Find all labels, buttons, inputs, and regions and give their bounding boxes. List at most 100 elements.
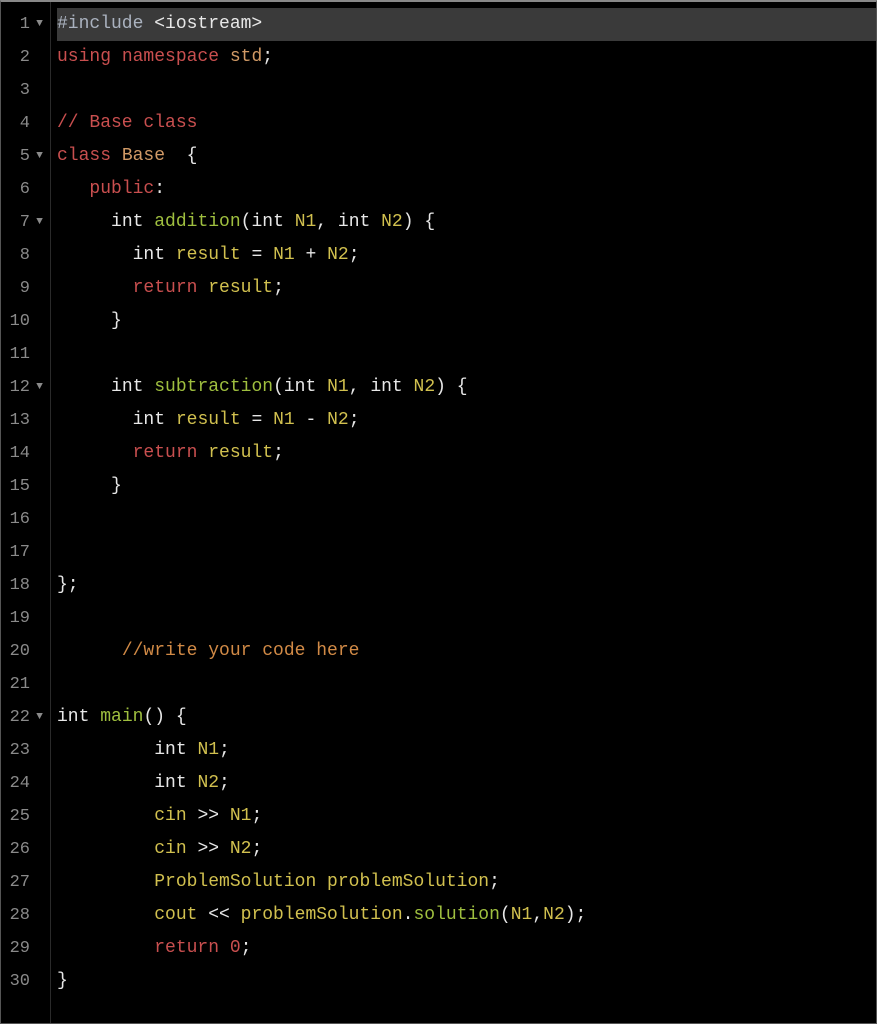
- line-number: 25: [10, 800, 30, 833]
- gutter-line: 19: [1, 602, 50, 635]
- gutter-line: 7▼: [1, 206, 50, 239]
- token-keyword: class: [57, 140, 122, 173]
- token-stream: cin: [154, 800, 197, 833]
- token-type: int: [111, 206, 154, 239]
- line-number: 23: [10, 734, 30, 767]
- code-line[interactable]: int main() {: [57, 701, 876, 734]
- code-line[interactable]: }: [57, 470, 876, 503]
- gutter-line: 11: [1, 338, 50, 371]
- code-area[interactable]: #include <iostream> using namespace std;…: [51, 2, 876, 1023]
- code-line[interactable]: return result;: [57, 272, 876, 305]
- gutter-line: 25: [1, 800, 50, 833]
- fold-icon[interactable]: ▼: [35, 371, 44, 404]
- line-number: 26: [10, 833, 30, 866]
- fold-icon[interactable]: ▼: [35, 8, 44, 41]
- fold-icon[interactable]: ▼: [35, 206, 44, 239]
- code-line[interactable]: // Base class: [57, 107, 876, 140]
- gutter-line: 16: [1, 503, 50, 536]
- code-line[interactable]: }: [57, 965, 876, 998]
- line-number: 1: [20, 8, 30, 41]
- token-param: N2: [381, 206, 403, 239]
- code-line[interactable]: [57, 503, 876, 536]
- gutter-line: 29: [1, 932, 50, 965]
- line-number: 18: [10, 569, 30, 602]
- token-preproc: #include: [57, 8, 154, 41]
- fold-icon[interactable]: ▼: [35, 140, 44, 173]
- code-line[interactable]: int N2;: [57, 767, 876, 800]
- line-number: 17: [10, 536, 30, 569]
- code-line[interactable]: ProblemSolution problemSolution;: [57, 866, 876, 899]
- gutter-line: 10: [1, 305, 50, 338]
- token-keyword: using: [57, 41, 122, 74]
- code-line[interactable]: int result = N1 - N2;: [57, 404, 876, 437]
- code-line[interactable]: [57, 338, 876, 371]
- code-line[interactable]: [57, 668, 876, 701]
- fold-icon[interactable]: ▼: [35, 701, 44, 734]
- gutter-line: 13: [1, 404, 50, 437]
- gutter-line: 23: [1, 734, 50, 767]
- code-line[interactable]: }: [57, 305, 876, 338]
- code-line[interactable]: [57, 602, 876, 635]
- line-number: 14: [10, 437, 30, 470]
- code-line[interactable]: int addition(int N1, int N2) {: [57, 206, 876, 239]
- token-var: problemSolution: [327, 866, 489, 899]
- line-number: 22: [10, 701, 30, 734]
- line-number: 19: [10, 602, 30, 635]
- line-number: 30: [10, 965, 30, 998]
- code-line[interactable]: int subtraction(int N1, int N2) {: [57, 371, 876, 404]
- line-number: 11: [10, 338, 30, 371]
- code-line[interactable]: int N1;: [57, 734, 876, 767]
- code-line[interactable]: return 0;: [57, 932, 876, 965]
- line-gutter: 1▼ 2 3 4 5▼ 6 7▼ 8 9 10 11 12▼ 13 14 15 …: [1, 2, 51, 1023]
- gutter-line: 2: [1, 41, 50, 74]
- code-line[interactable]: cin >> N2;: [57, 833, 876, 866]
- code-line[interactable]: return result;: [57, 437, 876, 470]
- token-keyword: namespace: [122, 41, 230, 74]
- gutter-line: 9: [1, 272, 50, 305]
- code-line[interactable]: cin >> N1;: [57, 800, 876, 833]
- token-comment: // Base class: [57, 107, 197, 140]
- gutter-line: 14: [1, 437, 50, 470]
- line-number: 5: [20, 140, 30, 173]
- line-number: 13: [10, 404, 30, 437]
- gutter-line: 1▼: [1, 8, 50, 41]
- line-number: 4: [20, 107, 30, 140]
- code-line[interactable]: [57, 74, 876, 107]
- code-line[interactable]: using namespace std;: [57, 41, 876, 74]
- token-function: solution: [413, 899, 499, 932]
- gutter-line: 6: [1, 173, 50, 206]
- line-number: 24: [10, 767, 30, 800]
- code-line[interactable]: //write your code here: [57, 635, 876, 668]
- gutter-line: 8: [1, 239, 50, 272]
- token-function: main: [100, 701, 143, 734]
- line-number: 10: [10, 305, 30, 338]
- code-line[interactable]: };: [57, 569, 876, 602]
- token-function: subtraction: [154, 371, 273, 404]
- token-keyword: public: [89, 173, 154, 206]
- gutter-line: 26: [1, 833, 50, 866]
- gutter-line: 3: [1, 74, 50, 107]
- gutter-line: 12▼: [1, 371, 50, 404]
- gutter-line: 15: [1, 470, 50, 503]
- token-punc: :: [154, 173, 165, 206]
- line-number: 15: [10, 470, 30, 503]
- code-line[interactable]: cout << problemSolution.solution(N1,N2);: [57, 899, 876, 932]
- line-number: 2: [20, 41, 30, 74]
- code-line[interactable]: int result = N1 + N2;: [57, 239, 876, 272]
- gutter-line: 17: [1, 536, 50, 569]
- line-number: 20: [10, 635, 30, 668]
- token-param: N1: [295, 206, 317, 239]
- line-number: 3: [20, 74, 30, 107]
- gutter-line: 5▼: [1, 140, 50, 173]
- token-function: addition: [154, 206, 240, 239]
- gutter-line: 21: [1, 668, 50, 701]
- line-number: 27: [10, 866, 30, 899]
- code-line[interactable]: [57, 536, 876, 569]
- line-number: 7: [20, 206, 30, 239]
- line-number: 6: [20, 173, 30, 206]
- line-number: 8: [20, 239, 30, 272]
- code-line[interactable]: #include <iostream>: [57, 8, 876, 41]
- code-line[interactable]: class Base {: [57, 140, 876, 173]
- code-line[interactable]: public:: [57, 173, 876, 206]
- code-editor[interactable]: 1▼ 2 3 4 5▼ 6 7▼ 8 9 10 11 12▼ 13 14 15 …: [0, 0, 877, 1024]
